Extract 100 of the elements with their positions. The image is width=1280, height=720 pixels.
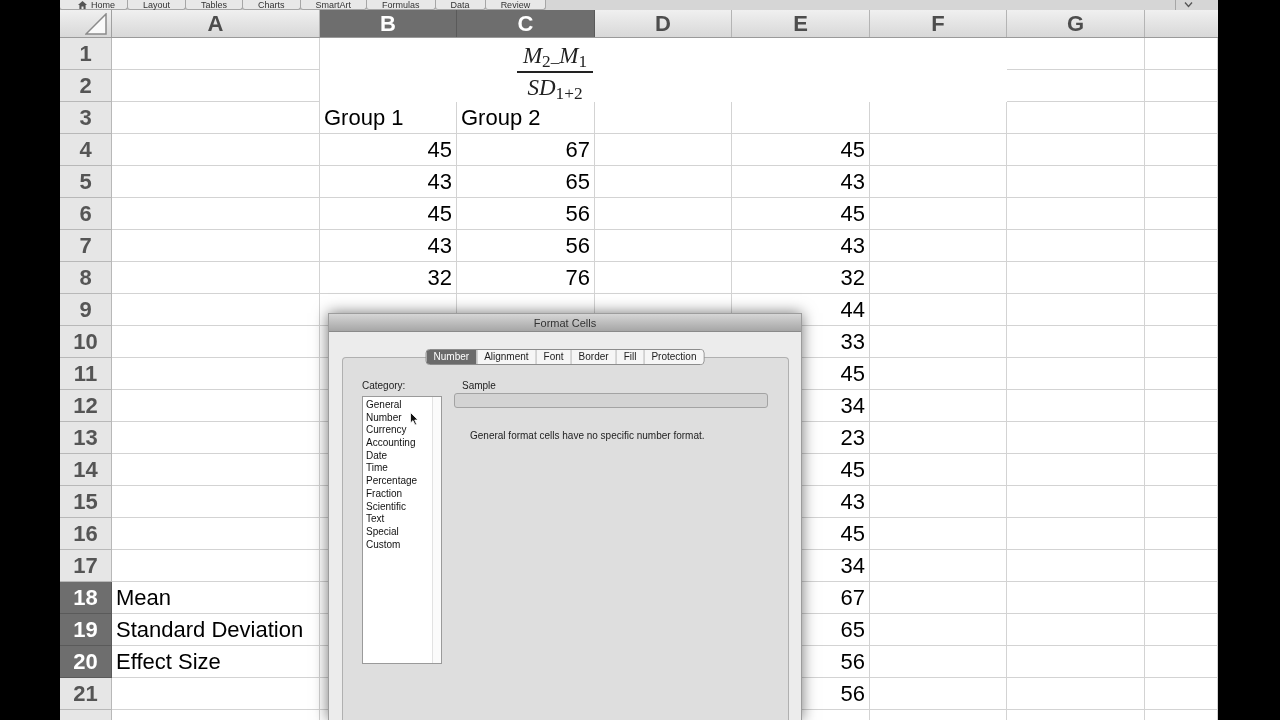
empty-cell[interactable] [870, 294, 1007, 326]
empty-cell[interactable] [1145, 134, 1218, 166]
category-item[interactable]: Accounting [366, 437, 416, 450]
category-item[interactable]: Currency [366, 424, 407, 438]
empty-cell[interactable] [1145, 358, 1218, 390]
row-header[interactable]: 3 [60, 102, 112, 134]
empty-cell[interactable] [1145, 198, 1218, 230]
dialog-tab[interactable]: Protection [643, 350, 704, 364]
empty-cell[interactable] [1007, 518, 1145, 550]
category-item[interactable]: Time [366, 462, 388, 476]
empty-cell[interactable] [595, 262, 732, 294]
triangle-icon[interactable] [85, 13, 107, 35]
empty-cell[interactable] [1007, 678, 1145, 710]
empty-cell[interactable] [870, 358, 1007, 390]
empty-cell[interactable] [1145, 230, 1218, 262]
empty-cell[interactable] [1145, 550, 1218, 582]
empty-cell[interactable] [1007, 102, 1145, 134]
empty-cell[interactable] [870, 326, 1007, 358]
row-header[interactable]: 18 [60, 582, 112, 614]
row-header[interactable]: 6 [60, 198, 112, 230]
empty-cell[interactable] [870, 518, 1007, 550]
empty-cell[interactable] [1145, 70, 1218, 102]
row-header[interactable]: 7 [60, 230, 112, 262]
empty-cell[interactable] [595, 198, 732, 230]
chevron-down-icon[interactable] [1184, 1, 1193, 8]
row-header[interactable]: 15 [60, 486, 112, 518]
empty-cell[interactable] [1145, 102, 1218, 134]
empty-cell[interactable] [1145, 678, 1218, 710]
category-item[interactable]: Fraction [366, 487, 403, 501]
row-header[interactable] [60, 710, 112, 720]
empty-cell[interactable] [1007, 614, 1145, 646]
row-header[interactable]: 14 [60, 454, 112, 486]
column-header[interactable]: G [1007, 10, 1145, 37]
empty-cell[interactable] [1145, 390, 1218, 422]
empty-cell[interactable] [1007, 646, 1145, 678]
empty-cell[interactable] [870, 454, 1007, 486]
row-header[interactable]: 5 [60, 166, 112, 198]
column-header[interactable]: C [457, 10, 595, 37]
empty-cell[interactable] [870, 646, 1007, 678]
empty-cell[interactable] [1145, 614, 1218, 646]
category-item[interactable]: General [366, 399, 402, 412]
empty-cell[interactable] [870, 678, 1007, 710]
empty-cell[interactable] [1145, 486, 1218, 518]
category-item[interactable]: Scientific [366, 500, 406, 514]
category-item[interactable]: Percentage [366, 475, 418, 488]
empty-cell[interactable] [1007, 326, 1145, 358]
empty-cell[interactable] [870, 582, 1007, 614]
row-header[interactable]: 11 [60, 358, 112, 390]
empty-cell[interactable] [870, 166, 1007, 198]
empty-cell[interactable] [870, 230, 1007, 262]
row-header[interactable]: 10 [60, 326, 112, 358]
select-all-corner[interactable] [60, 10, 112, 37]
empty-cell[interactable] [1145, 38, 1218, 70]
empty-cell[interactable] [1145, 326, 1218, 358]
empty-cell[interactable] [1145, 294, 1218, 326]
empty-cell[interactable] [1007, 230, 1145, 262]
empty-cell[interactable] [1145, 518, 1218, 550]
empty-cell[interactable] [1007, 358, 1145, 390]
row-header[interactable]: 19 [60, 614, 112, 646]
empty-cell[interactable] [870, 262, 1007, 294]
column-header[interactable]: B [320, 10, 457, 37]
empty-cell[interactable] [1145, 582, 1218, 614]
empty-cell[interactable] [870, 198, 1007, 230]
column-header[interactable]: A [112, 10, 320, 37]
row-header[interactable]: 16 [60, 518, 112, 550]
empty-cell[interactable] [870, 134, 1007, 166]
empty-cell[interactable] [1007, 166, 1145, 198]
category-item[interactable]: Custom [366, 538, 401, 552]
empty-cell[interactable] [870, 422, 1007, 454]
empty-cell[interactable] [870, 550, 1007, 582]
dialog-tab[interactable]: Number [426, 350, 477, 364]
empty-cell[interactable] [1007, 198, 1145, 230]
category-item[interactable]: Special [366, 525, 399, 539]
empty-cell[interactable] [1007, 294, 1145, 326]
row-header[interactable]: 20 [60, 646, 112, 678]
empty-cell[interactable] [1145, 454, 1218, 486]
scrollbar-track[interactable] [432, 397, 441, 663]
empty-cell[interactable] [870, 390, 1007, 422]
empty-cell[interactable] [1007, 550, 1145, 582]
empty-cell[interactable] [1007, 582, 1145, 614]
category-item[interactable]: Number [366, 411, 402, 425]
row-header[interactable]: 2 [60, 70, 112, 102]
row-header[interactable]: 21 [60, 678, 112, 710]
empty-cell[interactable] [1007, 262, 1145, 294]
empty-cell[interactable] [870, 486, 1007, 518]
row-header[interactable]: 12 [60, 390, 112, 422]
row-header[interactable]: 17 [60, 550, 112, 582]
empty-cell[interactable] [595, 166, 732, 198]
empty-cell[interactable] [1007, 422, 1145, 454]
column-header[interactable]: E [732, 10, 870, 37]
empty-cell[interactable] [1145, 646, 1218, 678]
empty-cell[interactable] [595, 134, 732, 166]
column-header[interactable]: D [595, 10, 732, 37]
row-header[interactable]: 13 [60, 422, 112, 454]
empty-cell[interactable] [870, 614, 1007, 646]
empty-cell[interactable] [1145, 166, 1218, 198]
empty-cell[interactable] [1145, 422, 1218, 454]
row-header[interactable]: 8 [60, 262, 112, 294]
empty-cell[interactable] [1007, 486, 1145, 518]
row-header[interactable]: 9 [60, 294, 112, 326]
